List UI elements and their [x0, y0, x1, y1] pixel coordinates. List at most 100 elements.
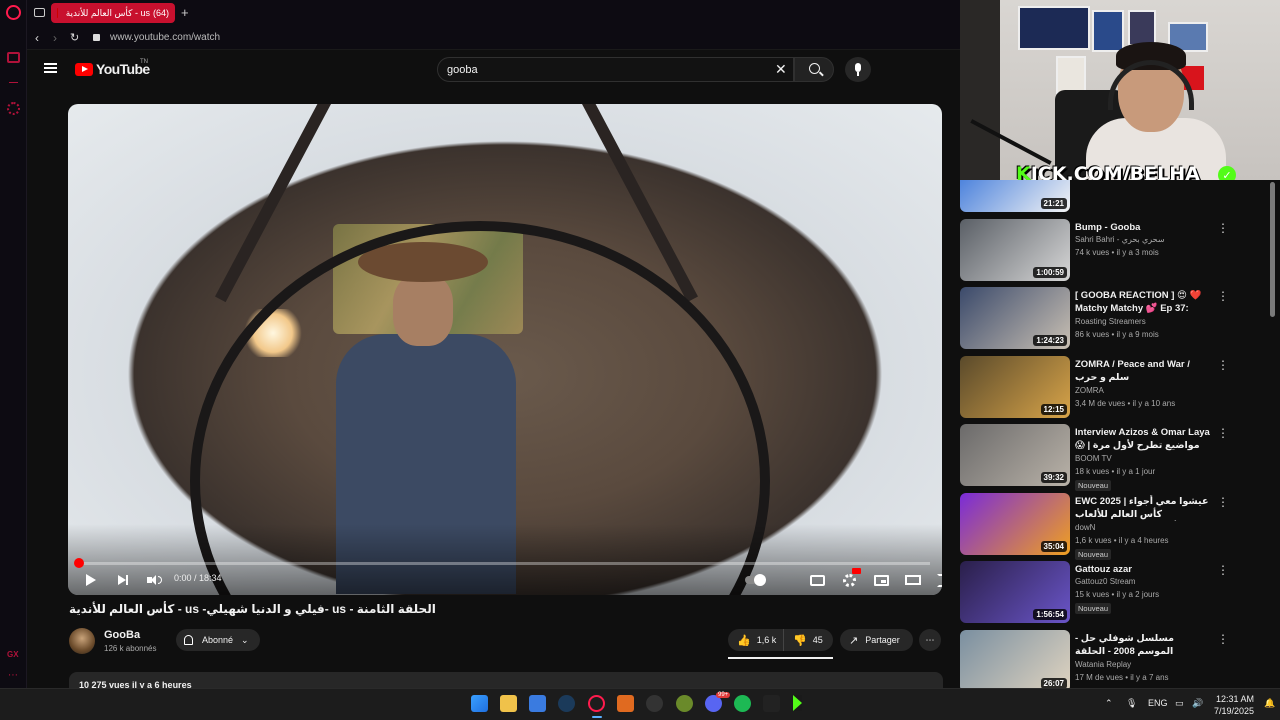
steam-icon[interactable] — [558, 695, 575, 712]
recommendation-thumbnail[interactable]: 26:07 — [960, 629, 1070, 688]
app-kick-icon[interactable] — [763, 695, 780, 712]
youtube-logo-tm: TN — [140, 59, 148, 65]
theater-button[interactable] — [904, 571, 922, 589]
recommendation-title[interactable]: Gattouz azar — [1075, 563, 1211, 576]
share-button[interactable]: ↗ Partager — [840, 629, 913, 651]
clock-date[interactable]: 7/19/2025 — [1214, 706, 1254, 716]
url-field[interactable]: www.youtube.com/watch — [110, 32, 220, 43]
recommendation-title[interactable]: Interview Azizos & Omar Laya 😱 | مواضيع … — [1075, 426, 1211, 452]
recommendation-item[interactable]: 1:00:59 Bump - Gooba Sahri Bahri - سحري بح… — [960, 218, 1272, 283]
miniplayer-button[interactable] — [872, 571, 890, 589]
sidebar-more-icon[interactable]: ⋯ — [8, 670, 18, 681]
store-icon[interactable] — [529, 695, 546, 712]
obs-icon[interactable] — [646, 695, 663, 712]
app-orange-icon[interactable] — [617, 695, 634, 712]
more-actions-button[interactable]: ⋯ — [919, 629, 941, 651]
fullscreen-button[interactable] — [934, 571, 942, 589]
channel-name[interactable]: GooBa — [104, 629, 140, 641]
tray-chevron-icon[interactable]: ⌃ — [1105, 698, 1113, 709]
description-box[interactable] — [69, 672, 943, 688]
recommendation-item[interactable]: 26:07 مسلسل شوفلي حل - الموسم 2008 - الحل… — [960, 629, 1272, 688]
clock-time[interactable]: 12:31 AM — [1216, 694, 1254, 704]
subscribed-button[interactable]: Abonné ⌄ — [176, 629, 260, 651]
start-icon[interactable] — [471, 695, 488, 712]
recommendation-channel[interactable]: Watania Replay — [1075, 660, 1131, 669]
menu-icon[interactable] — [44, 63, 57, 73]
recommendation-channel[interactable]: Roasting Streamers — [1075, 317, 1146, 326]
recommendation-thumbnail[interactable]: 1:24:23 — [960, 287, 1070, 349]
recommendation-item[interactable]: 1:24:23 [ GOOBA REACTION ] 😍 ❤️ Matchy Ma… — [960, 287, 1272, 351]
recommendation-item[interactable]: 1:56:54 Gattouz azar Gattouz0 Stream 15 k v… — [960, 561, 1272, 625]
play-button[interactable] — [82, 571, 100, 589]
youtube-page: YouTube TN gooba ✕ 0:00 / 18:34 الحلقة ا… — [27, 50, 960, 688]
reload-icon[interactable]: ↻ — [70, 31, 79, 44]
recommendation-menu-icon[interactable]: ⋮ — [1217, 632, 1229, 646]
tab-island-icon[interactable] — [34, 8, 45, 17]
recommendation-channel[interactable]: ZOMRA — [1075, 386, 1104, 395]
recommendation-channel[interactable]: dowN — [1075, 523, 1095, 532]
recommendations-scrollbar[interactable] — [1270, 182, 1275, 317]
search-input[interactable]: gooba — [447, 64, 478, 76]
forward-icon[interactable]: › — [53, 31, 57, 45]
autoplay-toggle[interactable] — [744, 571, 766, 589]
voice-search-button[interactable] — [845, 57, 871, 82]
recommendation-thumbnail[interactable]: 12:15 — [960, 355, 1070, 418]
recommendation-menu-icon[interactable]: ⋮ — [1217, 358, 1229, 372]
recommendation-thumbnail[interactable]: 39:32 — [960, 424, 1070, 486]
opera-gx-icon[interactable] — [588, 695, 605, 712]
tray-mic-icon[interactable]: 🎙 — [1126, 698, 1137, 709]
recommendation-title[interactable]: EWC 2025 | عيشوا معي أجواء كأس العالم لل… — [1075, 495, 1211, 521]
search-box[interactable]: gooba ✕ — [437, 57, 794, 82]
recommendation-title[interactable]: مسلسل شوفلي حل - الموسم 2008 - الحلقة ال… — [1075, 632, 1211, 658]
recommendation-channel[interactable]: Sahri Bahri - سحري بحري — [1075, 235, 1165, 244]
video-player[interactable]: 0:00 / 18:34 — [68, 104, 942, 595]
settings-button[interactable] — [840, 568, 861, 589]
recommendation-item[interactable]: 35:04 EWC 2025 | عيشوا معي أجواء كأس العا… — [960, 492, 1272, 560]
recommendation-title[interactable]: Bump - Gooba — [1075, 221, 1211, 234]
recommendation-thumbnail[interactable]: 35:04 — [960, 492, 1070, 555]
recommendation-channel[interactable]: BOOM TV — [1075, 454, 1112, 463]
recommendation-thumbnail[interactable]: 1:00:59 — [960, 218, 1070, 281]
search-button[interactable] — [794, 57, 834, 82]
channel-avatar[interactable] — [69, 628, 95, 654]
progress-bar[interactable] — [80, 562, 930, 565]
tab-active[interactable]: كأس العالم للأندية - us (64) — [51, 3, 175, 23]
settings-icon[interactable] — [7, 102, 20, 115]
recommendation-item[interactable]: 21:21358 k vues • il y a 6 heuresNouveau — [960, 180, 1272, 214]
notification-bell-icon[interactable]: 🔔 — [1264, 698, 1275, 709]
clear-search-icon[interactable]: ✕ — [775, 61, 787, 78]
recommendation-title[interactable]: [ GOOBA REACTION ] 😍 ❤️ Matchy Matchy 💕 … — [1075, 289, 1211, 315]
spotify-icon[interactable] — [734, 695, 751, 712]
recommendation-thumbnail[interactable]: 1:56:54 — [960, 561, 1070, 623]
recommendation-channel[interactable]: Gattouz0 Stream — [1075, 577, 1135, 586]
recommendation-title[interactable]: ZOMRA / Peace and War / سلم و حرب — [1075, 358, 1211, 384]
language-indicator[interactable]: ENG — [1148, 698, 1168, 708]
like-button[interactable]: 👍 1,6 k — [728, 629, 784, 651]
dislike-button[interactable]: 👎 45 — [784, 629, 823, 651]
share-icon: ↗ — [849, 634, 859, 647]
volume-button[interactable] — [145, 571, 163, 589]
recommendation-menu-icon[interactable]: ⋮ — [1217, 495, 1229, 509]
new-tab-button[interactable]: + — [181, 5, 189, 20]
recommendation-menu-icon[interactable]: ⋮ — [1217, 289, 1229, 303]
recommendation-menu-icon[interactable]: ⋮ — [1217, 221, 1229, 235]
recommendation-menu-icon[interactable]: ⋮ — [1217, 426, 1229, 440]
file-explorer-icon[interactable] — [500, 695, 517, 712]
recommendation-menu-icon[interactable]: ⋮ — [1217, 563, 1229, 577]
app-arrow-icon[interactable] — [793, 695, 802, 711]
subtitles-button[interactable] — [808, 571, 826, 589]
back-icon[interactable]: ‹ — [35, 31, 39, 45]
youtube-favicon-icon — [57, 8, 58, 18]
network-icon[interactable]: ▭ — [1175, 698, 1184, 709]
app-green-icon[interactable] — [676, 695, 693, 712]
sidebar-gx-icon[interactable] — [7, 52, 20, 63]
recommendation-thumbnail[interactable]: 21:21 — [960, 180, 1070, 212]
opera-logo-icon[interactable] — [6, 5, 21, 20]
progress-scrubber[interactable] — [74, 558, 84, 568]
recommendation-item[interactable]: 39:32 Interview Azizos & Omar Laya 😱 | مو… — [960, 424, 1272, 491]
recommendation-item[interactable]: 12:15 ZOMRA / Peace and War / سلم و حرب ZO… — [960, 355, 1272, 420]
dislike-count: 45 — [812, 635, 823, 645]
next-button[interactable] — [114, 571, 132, 589]
volume-icon[interactable]: 🔊 — [1192, 698, 1203, 709]
tab-count: (64) — [152, 8, 169, 18]
